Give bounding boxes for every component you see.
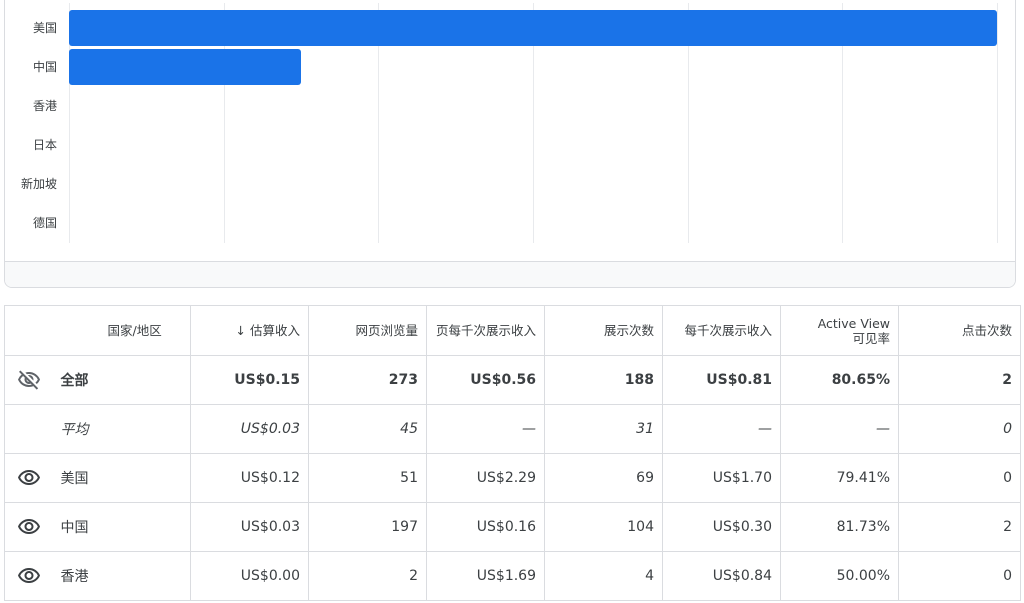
active-view-cell: 81.73% [780,502,899,552]
page-rpm-cell: US$0.56 [426,355,545,405]
bar-chart: 美国中国香港日本新加坡德国US$0.00US$0.02US$0.04US$0.0… [21,3,1001,285]
category-label: 德国 [33,215,57,230]
empty-icon-cell [4,404,53,454]
country-table: 国家/地区 ↓ 估算收入 网页浏览量 页每千次展示收入 展示次数 每千次展示收入 … [4,305,1021,601]
header-impressions-label: 展示次数 [603,323,654,338]
impressions-cell: 31 [544,404,663,454]
header-impressions[interactable]: 展示次数 [544,305,663,356]
header-revenue[interactable]: ↓ 估算收入 [190,305,309,356]
clicks-cell: 0 [898,453,1021,503]
page-rpm-cell: US$0.16 [426,502,545,552]
header-page-rpm-label: 页每千次展示收入 [435,323,536,338]
pageviews-cell: 197 [308,502,427,552]
table-row-total: 全部 US$0.15 273 US$0.56 188 US$0.81 80.65… [4,355,1021,405]
active-view-cell: 50.00% [780,551,899,601]
impression-rpm-cell: US$1.70 [662,453,781,503]
eye-icon [17,470,40,485]
impressions-cell: 188 [544,355,663,405]
bar [69,10,997,46]
impressions-cell: 104 [544,502,663,552]
pageviews-cell: 273 [308,355,427,405]
header-active-view[interactable]: Active View 可见率 [780,305,899,356]
impression-rpm-cell: US$0.81 [662,355,781,405]
header-page-rpm[interactable]: 页每千次展示收入 [426,305,545,356]
header-impression-rpm[interactable]: 每千次展示收入 [662,305,781,356]
country-cell: 美国 [52,453,191,503]
chart-card: 美国中国香港日本新加坡德国US$0.00US$0.02US$0.04US$0.0… [4,0,1016,288]
table-row: 美国 US$0.12 51 US$2.29 69 US$1.70 79.41% … [4,453,1021,503]
country-cell: 全部 [52,355,191,405]
impression-rpm-cell: US$0.84 [662,551,781,601]
category-label: 中国 [33,59,57,74]
pageviews-cell: 2 [308,551,427,601]
visibility-toggle[interactable] [4,355,53,405]
page-rpm-cell: US$1.69 [426,551,545,601]
eye-icon [17,568,40,583]
revenue-cell: US$0.03 [190,502,309,552]
revenue-cell: US$0.03 [190,404,309,454]
country-cell: 中国 [52,502,191,552]
visibility-toggle[interactable] [4,551,53,601]
revenue-cell: US$0.00 [190,551,309,601]
active-view-cell: 80.65% [780,355,899,405]
pageviews-cell: 45 [308,404,427,454]
category-label: 日本 [33,138,57,152]
header-icon-cell [4,305,53,356]
header-active-view-line1: Active View [817,315,890,331]
header-clicks[interactable]: 点击次数 [898,305,1021,356]
category-label: 新加坡 [21,176,57,191]
category-label: 香港 [33,99,57,113]
header-impression-rpm-label: 每千次展示收入 [684,323,772,338]
impression-rpm-cell: US$0.30 [662,502,781,552]
table-row: 香港 US$0.00 2 US$1.69 4 US$0.84 50.00% 0 [4,551,1021,601]
eye-icon [17,519,40,534]
pageviews-cell: 51 [308,453,427,503]
clicks-cell: 0 [898,404,1021,454]
active-view-cell: — [780,404,899,454]
revenue-cell: US$0.15 [190,355,309,405]
header-pageviews[interactable]: 网页浏览量 [308,305,427,356]
impressions-cell: 69 [544,453,663,503]
revenue-cell: US$0.12 [190,453,309,503]
header-active-view-line2: 可见率 [852,330,890,346]
impression-rpm-cell: — [662,404,781,454]
active-view-cell: 79.41% [780,453,899,503]
country-cell: 平均 [52,404,191,454]
header-clicks-label: 点击次数 [961,323,1012,338]
x-axis-strip [5,261,1015,287]
category-label: 美国 [33,21,57,35]
page-rpm-cell: — [426,404,545,454]
bar [69,49,301,85]
impressions-cell: 4 [544,551,663,601]
clicks-cell: 2 [898,355,1021,405]
country-cell: 香港 [52,551,191,601]
header-revenue-label: 估算收入 [249,323,300,338]
sort-down-arrow-icon: ↓ [235,323,246,338]
table-header-row: 国家/地区 ↓ 估算收入 网页浏览量 页每千次展示收入 展示次数 每千次展示收入 … [4,305,1021,356]
visibility-toggle[interactable] [4,453,53,503]
clicks-cell: 2 [898,502,1021,552]
table-row: 中国 US$0.03 197 US$0.16 104 US$0.30 81.73… [4,502,1021,552]
eye-off-icon [17,370,40,390]
clicks-cell: 0 [898,551,1021,601]
table-row-average: 平均 US$0.03 45 — 31 — — 0 [4,404,1021,454]
header-country-label: 国家/地区 [107,323,162,338]
header-country[interactable]: 国家/地区 [52,305,191,356]
page-rpm-cell: US$2.29 [426,453,545,503]
header-pageviews-label: 网页浏览量 [355,323,418,338]
visibility-toggle[interactable] [4,502,53,552]
